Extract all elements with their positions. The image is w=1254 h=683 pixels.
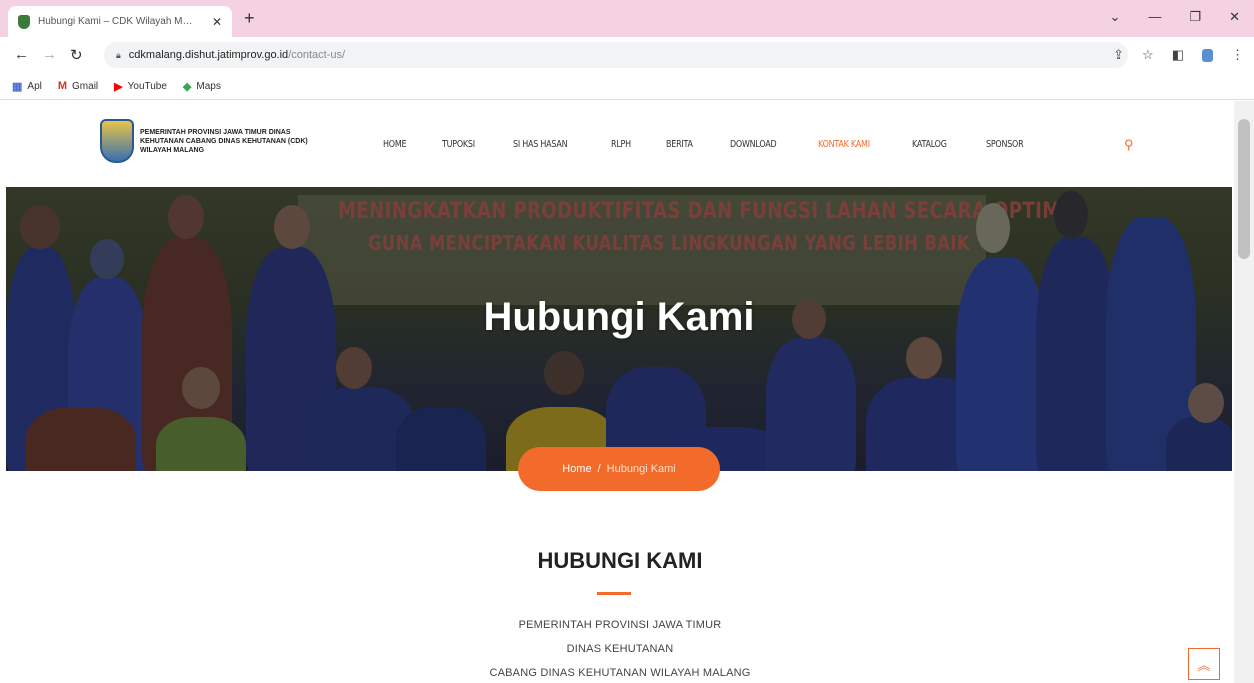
share-icon[interactable]: ⇪: [1113, 47, 1124, 63]
nav-download[interactable]: DOWNLOAD: [730, 139, 777, 150]
breadcrumb: Home / Hubungi Kami: [518, 447, 720, 491]
breadcrumb-current: Hubungi Kami: [606, 463, 676, 475]
apps-grid-icon: ▦: [12, 80, 23, 93]
forward-icon[interactable]: →: [42, 46, 57, 63]
browser-tab[interactable]: Hubungi Kami – CDK Wilayah M… ✕: [8, 6, 232, 37]
bookmark-label: Gmail: [72, 80, 99, 92]
browser-toolbar: ← → ↻ 🔒︎ cdkmalang.dishut.jatimprov.go.i…: [0, 37, 1254, 73]
toolbar-actions: ⇪ ☆ ◧ ⋮: [1113, 47, 1244, 63]
nav-berita[interactable]: BERITA: [666, 139, 693, 150]
window-controls: ⌄ — ❐ ✕: [1110, 9, 1240, 25]
info-line-branch: CABANG DINAS KEHUTANAN WILAYAH MALANG: [489, 667, 751, 679]
double-chevron-up-icon: ︽: [1197, 657, 1211, 673]
bookmark-gmail[interactable]: M Gmail: [58, 80, 98, 92]
bookmark-label: Apl: [27, 80, 42, 92]
bookmark-maps[interactable]: ◆ Maps: [183, 80, 221, 93]
bookmark-youtube[interactable]: ▶ YouTube: [114, 80, 167, 93]
nav-rlph[interactable]: RLPH: [611, 139, 631, 150]
scrollbar-thumb[interactable]: [1238, 119, 1250, 259]
nav-kontak-kami[interactable]: KONTAK KAMI: [818, 139, 870, 150]
site-favicon-icon: [18, 14, 30, 29]
url-host: cdkmalang.dishut.jatimprov.go.id: [128, 49, 289, 61]
province-emblem-icon: [100, 119, 134, 163]
scroll-to-top-button[interactable]: ︽: [1188, 648, 1220, 680]
browser-tab-bar: Hubungi Kami – CDK Wilayah M… ✕ + ⌄ — ❐ …: [0, 0, 1254, 37]
page-scrollbar[interactable]: [1234, 101, 1254, 683]
bookmarks-bar: ▦ Apl M Gmail ▶ YouTube ◆ Maps: [0, 73, 1254, 100]
tab-close-icon[interactable]: ✕: [212, 15, 222, 29]
lock-icon[interactable]: 🔒︎: [116, 50, 121, 61]
site-header: PEMERINTAH PROVINSI JAWA TIMUR DINAS KEH…: [0, 101, 1232, 187]
close-window-icon[interactable]: ✕: [1229, 9, 1240, 25]
info-line-province: PEMERINTAH PROVINSI JAWA TIMUR: [518, 619, 722, 631]
new-tab-button[interactable]: +: [244, 9, 255, 27]
reload-icon[interactable]: ↻: [70, 46, 83, 64]
url-path: /contact-us/: [288, 49, 346, 61]
minimize-icon[interactable]: —: [1148, 9, 1161, 25]
back-icon[interactable]: ←: [14, 46, 29, 63]
bookmark-label: YouTube: [127, 80, 167, 92]
nav-si-has-hasan[interactable]: SI HAS HASAN: [513, 139, 568, 150]
logo-text: PEMERINTAH PROVINSI JAWA TIMUR DINAS KEH…: [140, 128, 308, 154]
main-nav: HOME TUPOKSI SI HAS HASAN RLPH BERITA DO…: [383, 139, 1062, 150]
bookmark-apps[interactable]: ▦ Apl: [12, 80, 42, 93]
hero-title: Hubungi Kami: [483, 295, 755, 339]
hero-banner: MENINGKATKAN PRODUKTIFITAS DAN FUNGSI LA…: [6, 187, 1232, 471]
tab-title: Hubungi Kami – CDK Wilayah M…: [38, 16, 193, 27]
info-line-department: DINAS KEHUTANAN: [566, 643, 674, 655]
nav-home[interactable]: HOME: [383, 139, 407, 150]
bookmark-star-icon[interactable]: ☆: [1142, 47, 1154, 63]
maps-icon: ◆: [182, 80, 192, 93]
breadcrumb-separator: /: [597, 463, 601, 475]
youtube-icon: ▶: [114, 80, 123, 93]
title-underline: [597, 592, 631, 595]
search-icon[interactable]: ⚲: [1124, 137, 1134, 153]
nav-katalog[interactable]: KATALOG: [912, 139, 947, 150]
site-logo[interactable]: PEMERINTAH PROVINSI JAWA TIMUR DINAS KEH…: [100, 119, 320, 163]
bookmark-label: Maps: [196, 80, 221, 92]
extension-icon[interactable]: [1202, 48, 1213, 62]
sidepanel-icon[interactable]: ◧: [1172, 47, 1184, 63]
menu-kebab-icon[interactable]: ⋮: [1231, 47, 1244, 63]
tab-search-icon[interactable]: ⌄: [1110, 9, 1121, 25]
gmail-icon: M: [57, 80, 68, 92]
nav-sponsor[interactable]: SPONSOR: [986, 139, 1024, 150]
section-title: HUBUNGI KAMI: [537, 548, 703, 573]
nav-tupoksi[interactable]: TUPOKSI: [442, 139, 475, 150]
address-bar[interactable]: 🔒︎ cdkmalang.dishut.jatimprov.go.id /con…: [104, 42, 1128, 68]
restore-icon[interactable]: ❐: [1189, 9, 1201, 25]
breadcrumb-home-link[interactable]: Home: [562, 463, 591, 475]
